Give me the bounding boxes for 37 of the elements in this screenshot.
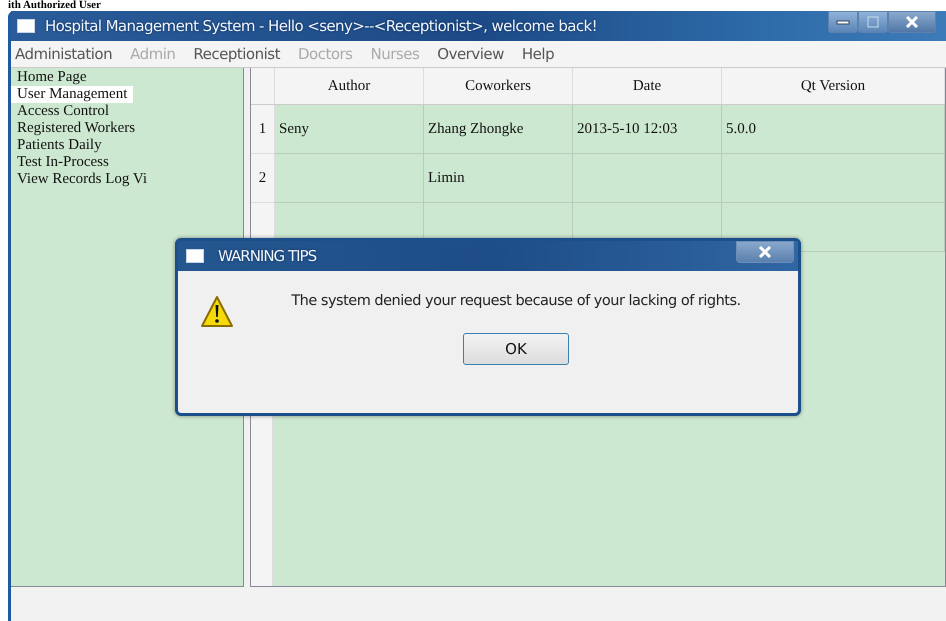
table-cell: Seny (274, 104, 424, 154)
close-button[interactable] (736, 241, 794, 263)
sidebar-item[interactable]: Patients Daily (11, 137, 108, 154)
table-cell: Zhang Zhongke (424, 104, 572, 154)
window-title: Hospital Management System - Hello <seny>--<Receptionist>, welcome back! (45, 17, 598, 35)
warning-icon (200, 295, 234, 329)
sidebar-item[interactable]: Test In-Process (11, 154, 115, 171)
minimize-button[interactable] (828, 11, 858, 33)
close-icon (758, 246, 772, 258)
table-cell: 5.0.0 (722, 104, 944, 154)
caption-text: ith Authorized User (7, 0, 101, 11)
menu-item[interactable]: Help (522, 45, 554, 63)
sidebar-item[interactable]: Access Control (11, 103, 116, 120)
column-header[interactable]: Coworkers (424, 68, 572, 104)
row-number: 2 (251, 154, 274, 202)
window-icon (186, 249, 204, 263)
table-cell: Limin (424, 154, 572, 202)
menu-item[interactable]: Overview (437, 45, 504, 63)
sidebar-item[interactable]: Home Page (11, 69, 93, 86)
minimize-icon (836, 18, 850, 26)
table-cell: 2013-5-10 12:03 (572, 104, 722, 154)
ok-button[interactable]: OK (463, 333, 569, 365)
close-button[interactable] (888, 11, 936, 33)
column-header[interactable]: Qt Version (722, 68, 944, 104)
window-icon (17, 19, 35, 33)
row-number: 1 (251, 104, 274, 154)
sidebar-item[interactable]: View Records Log Vi (11, 171, 153, 188)
sidebar-item[interactable]: Registered Workers (11, 120, 142, 137)
close-icon (905, 16, 919, 28)
menu-item[interactable]: Receptionist (193, 45, 280, 63)
menu-item[interactable]: Administation (15, 45, 112, 63)
dialog-title: WARNING TIPS (218, 247, 316, 265)
warning-message: The system denied your request because of your lacking of rights. (291, 292, 741, 309)
column-header[interactable]: Author (274, 68, 424, 104)
sidebar-item[interactable]: User Management (11, 86, 134, 103)
maximize-icon (866, 16, 880, 28)
column-header[interactable]: Date (572, 68, 722, 104)
